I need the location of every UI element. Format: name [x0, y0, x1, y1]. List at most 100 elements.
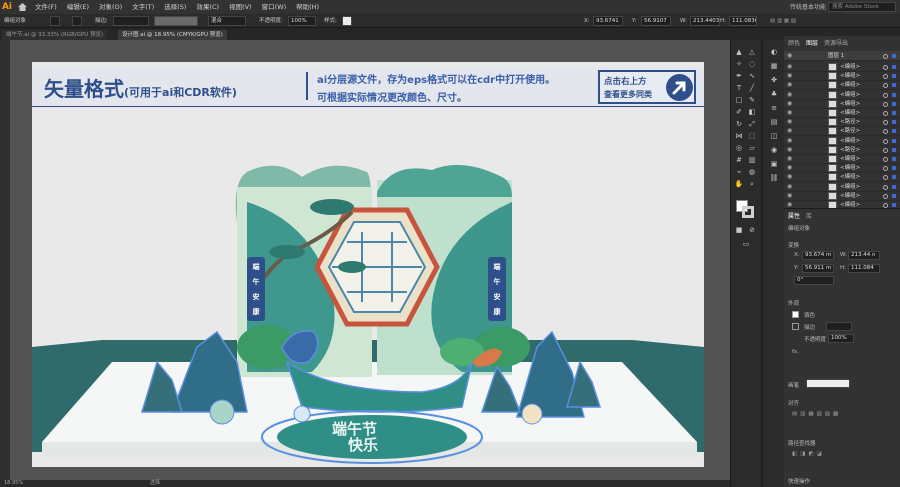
tab-libraries[interactable]: 库 [806, 211, 812, 220]
tab-document-2[interactable]: 设计图.ai @ 18.95% (CMYK/GPU 预览) [118, 30, 227, 40]
lasso-icon[interactable]: ◌ [747, 60, 757, 69]
workspace-switcher[interactable]: 传统基本功能 [790, 2, 826, 11]
type-tool-icon[interactable]: T [734, 84, 744, 93]
pen-tool-icon[interactable]: ✒ [734, 72, 744, 81]
prop-w-input[interactable]: 213.44 n [848, 251, 880, 260]
symbols-panel-icon[interactable]: ♣ [769, 90, 779, 99]
prop-h-input[interactable]: 111.084 [848, 264, 880, 273]
home-icon[interactable] [14, 0, 30, 14]
menu-help[interactable]: 帮助(H) [291, 0, 324, 14]
target-icon[interactable] [883, 120, 888, 126]
layer-row-top[interactable]: ◉ 图层 1 [784, 51, 900, 61]
fx-button[interactable]: fx. [792, 349, 799, 355]
color-panel-icon[interactable]: ◐ [769, 48, 779, 57]
screen-mode-icon[interactable]: ▭ [741, 240, 751, 249]
scale-icon[interactable]: ⤢ [747, 120, 757, 129]
h-input[interactable]: 111.0836 [729, 16, 757, 26]
x-input[interactable]: 93.6741 [593, 16, 623, 26]
y-input[interactable]: 56.9107 [641, 16, 671, 26]
tab-layers[interactable]: 图层 [806, 38, 818, 47]
target-icon[interactable] [883, 184, 888, 190]
shape-builder-icon[interactable]: ◎ [734, 144, 744, 153]
target-icon[interactable] [883, 54, 888, 59]
blend-tool-icon[interactable]: ◍ [747, 168, 757, 177]
prop-x-input[interactable]: 93.674 m [802, 251, 834, 260]
canvas[interactable]: 矢量格式(可用于ai和CDR软件) ai分层源文件，存为eps格式可以在cdr中… [10, 40, 730, 480]
target-icon[interactable] [883, 65, 888, 70]
magic-wand-icon[interactable]: ✧ [734, 60, 744, 69]
blend-select[interactable]: 混合 [208, 16, 246, 26]
curvature-tool-icon[interactable]: ∿ [747, 72, 757, 81]
dragon-boat-stage-illustration[interactable] [32, 62, 704, 467]
appearance-panel-icon[interactable]: ◉ [769, 146, 779, 155]
paintbrush-icon[interactable]: ✎ [747, 96, 757, 105]
selection-tool-icon[interactable]: ▲ [734, 48, 744, 57]
align-buttons[interactable]: ▤▥▦▧▨▩ [792, 411, 841, 417]
menu-effect[interactable]: 效果(C) [191, 0, 224, 14]
line-tool-icon[interactable]: ╱ [747, 84, 757, 93]
target-icon[interactable] [883, 193, 888, 199]
menu-window[interactable]: 窗口(W) [257, 0, 292, 14]
stroke-weight-input[interactable] [113, 16, 149, 26]
direct-selection-tool-icon[interactable]: △ [747, 48, 757, 57]
eyedropper-icon[interactable]: ⌁ [734, 168, 744, 177]
color-mode-icon[interactable]: ■ [734, 226, 744, 235]
stroke-swatch-icon[interactable] [792, 323, 799, 330]
rotate-icon[interactable]: ↻ [734, 120, 744, 129]
zoom-level[interactable]: 18.95% [4, 480, 23, 487]
links-panel-icon[interactable]: ⛓ [769, 174, 779, 183]
stroke-color-icon[interactable] [742, 206, 754, 218]
target-icon[interactable] [883, 83, 888, 89]
visibility-icon[interactable]: ◉ [787, 51, 795, 61]
stock-search-input[interactable]: 搜索 Adobe Stock [828, 2, 896, 12]
fill-swatch-icon[interactable] [792, 311, 799, 318]
perspective-grid-icon[interactable]: ▱ [747, 144, 757, 153]
pathfinder-buttons[interactable]: ◧◨◩◪ [792, 451, 825, 457]
target-icon[interactable] [883, 175, 888, 181]
stroke-swatch[interactable] [72, 16, 82, 26]
target-icon[interactable] [883, 166, 888, 172]
tab-properties[interactable]: 属性 [788, 211, 800, 220]
target-icon[interactable] [883, 111, 888, 116]
free-transform-icon[interactable]: ⬚ [747, 132, 757, 141]
prop-y-input[interactable]: 56.911 m [802, 264, 834, 273]
menu-edit[interactable]: 编辑(E) [62, 0, 94, 14]
hand-tool-icon[interactable]: ✋ [734, 180, 744, 189]
opacity-input[interactable]: 100% [288, 16, 316, 26]
eraser-icon[interactable]: ◧ [747, 108, 757, 117]
zoom-tool-icon[interactable]: ⌕ [747, 180, 757, 189]
graphic-styles-panel-icon[interactable]: ▣ [769, 160, 779, 169]
rectangle-tool-icon[interactable]: □ [734, 96, 744, 105]
menu-type[interactable]: 文字(T) [127, 0, 159, 14]
artboard[interactable]: 矢量格式(可用于ai和CDR软件) ai分层源文件，存为eps格式可以在cdr中… [32, 62, 704, 467]
mesh-tool-icon[interactable]: # [734, 156, 744, 165]
brush-definition-select[interactable] [154, 16, 198, 26]
menu-select[interactable]: 选择(S) [159, 0, 191, 14]
w-input[interactable]: 213.4403 [690, 16, 720, 26]
stroke-weight-field[interactable] [826, 322, 852, 331]
target-icon[interactable] [883, 101, 888, 107]
tab-color[interactable]: 颜色 [788, 38, 800, 47]
opacity-field[interactable]: 100% [828, 334, 854, 343]
target-icon[interactable] [883, 129, 888, 135]
align-icons[interactable]: ▤ ▥ ▦ ▧ [770, 16, 796, 26]
graphic-style-swatch[interactable] [342, 16, 352, 26]
stroke-panel-icon[interactable]: ≡ [769, 104, 779, 113]
width-tool-icon[interactable]: ⋈ [734, 132, 744, 141]
gradient-tool-icon[interactable]: ▥ [747, 156, 757, 165]
tab-document-1[interactable]: 端午节.ai @ 33.33% (RGB/GPU 预览) [2, 30, 108, 40]
pencil-icon[interactable]: ✐ [734, 108, 744, 117]
tab-asset-export[interactable]: 资源导出 [824, 38, 848, 47]
menu-view[interactable]: 视图(V) [224, 0, 257, 14]
swatches-panel-icon[interactable]: ▦ [769, 62, 779, 71]
rotation-input[interactable]: 0° [794, 276, 834, 285]
target-icon[interactable] [883, 147, 888, 153]
target-icon[interactable] [883, 92, 888, 98]
menu-object[interactable]: 对象(O) [94, 0, 127, 14]
brushes-panel-icon[interactable]: ✤ [769, 76, 779, 85]
transparency-panel-icon[interactable]: ◫ [769, 132, 779, 141]
fill-swatch[interactable] [50, 16, 60, 26]
target-icon[interactable] [883, 74, 888, 80]
menu-file[interactable]: 文件(F) [30, 0, 62, 14]
gradient-panel-icon[interactable]: ▤ [769, 118, 779, 127]
